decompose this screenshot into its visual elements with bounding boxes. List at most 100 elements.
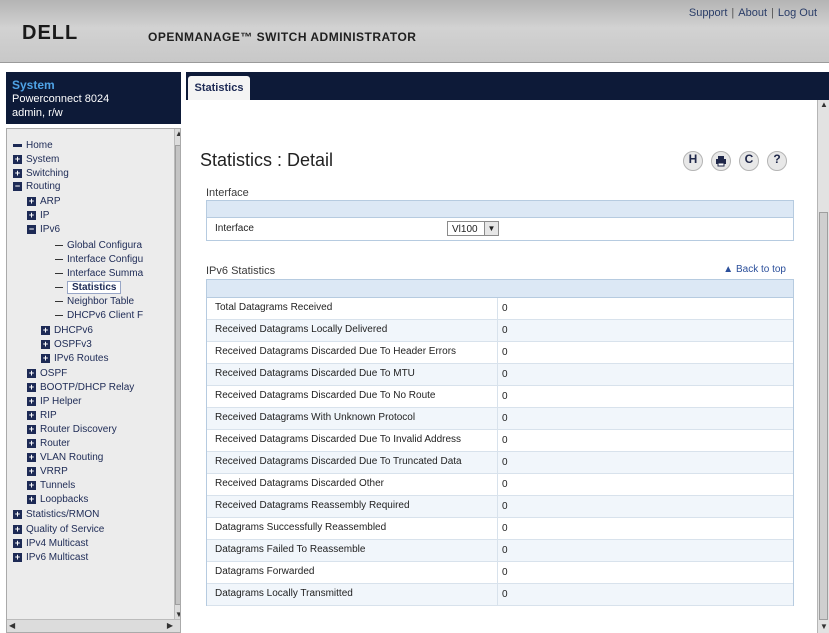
- stat-name: Received Datagrams With Unknown Protocol: [215, 412, 416, 423]
- expand-icon[interactable]: +: [27, 396, 36, 406]
- logout-link[interactable]: Log Out: [778, 7, 817, 19]
- nav-horizontal-scrollbar[interactable]: ◀ ▶: [7, 619, 180, 632]
- back-to-top-label: Back to top: [735, 264, 786, 275]
- nav-item-label: Statistics: [67, 281, 122, 294]
- collapse-icon[interactable]: −: [13, 181, 22, 191]
- nav-item-arp[interactable]: + ARP: [27, 195, 61, 209]
- nav-item-global-configura[interactable]: Global Configura: [55, 239, 142, 253]
- chevron-down-icon[interactable]: ▼: [484, 222, 498, 235]
- nav-vertical-scrollbar[interactable]: ▲ ▼: [174, 129, 180, 619]
- expand-icon[interactable]: +: [41, 325, 50, 335]
- nav-item-home[interactable]: Home: [13, 139, 53, 153]
- nav-item-loopbacks[interactable]: + Loopbacks: [27, 493, 88, 507]
- expand-icon[interactable]: +: [27, 368, 36, 378]
- content-vertical-scrollbar[interactable]: ▲ ▼: [817, 100, 829, 633]
- stat-value: 0: [497, 496, 508, 517]
- about-link[interactable]: About: [738, 7, 767, 19]
- expand-icon[interactable]: +: [27, 382, 36, 392]
- nav-item-dhcpv6-client-f[interactable]: DHCPv6 Client F: [55, 309, 143, 323]
- table-row: Received Datagrams Discarded Due To MTU 0: [207, 364, 793, 386]
- save-icon[interactable]: H: [683, 151, 703, 171]
- expand-icon[interactable]: +: [13, 538, 22, 548]
- stat-value: 0: [497, 474, 508, 495]
- nav-item-ipv6-routes[interactable]: + IPv6 Routes: [41, 352, 108, 366]
- nav-item-quality-of-service[interactable]: + Quality of Service: [13, 523, 104, 537]
- expand-icon[interactable]: +: [41, 353, 50, 363]
- scroll-up-icon[interactable]: ▲: [820, 100, 828, 109]
- nav-item-ip-helper[interactable]: + IP Helper: [27, 395, 82, 409]
- stat-value: 0: [497, 540, 508, 561]
- print-icon[interactable]: [711, 151, 731, 171]
- app-header: DELL OPENMANAGE™ SWITCH ADMINISTRATOR Su…: [0, 0, 829, 63]
- expand-icon[interactable]: +: [27, 410, 36, 420]
- refresh-icon[interactable]: C: [739, 151, 759, 171]
- tab-statistics[interactable]: Statistics: [188, 76, 250, 100]
- expand-icon[interactable]: +: [27, 480, 36, 490]
- expand-icon[interactable]: +: [13, 552, 22, 562]
- nav-item-interface-configu[interactable]: Interface Configu: [55, 253, 143, 267]
- expand-icon[interactable]: +: [27, 452, 36, 462]
- support-link[interactable]: Support: [689, 7, 728, 19]
- nav-item-label: Interface Configu: [67, 254, 144, 265]
- scroll-up-icon[interactable]: ▲: [175, 129, 180, 138]
- tree-line-icon: [55, 244, 63, 246]
- scroll-down-icon[interactable]: ▼: [175, 610, 180, 619]
- nav-item-ipv6[interactable]: − IPv6: [27, 223, 60, 237]
- nav-item-ospfv3[interactable]: + OSPFv3: [41, 338, 92, 352]
- table-row: Received Datagrams Locally Delivered 0: [207, 320, 793, 342]
- expand-icon[interactable]: +: [27, 210, 36, 220]
- nav-item-router-discovery[interactable]: + Router Discovery: [27, 423, 117, 437]
- nav-item-routing[interactable]: − Routing: [13, 180, 60, 194]
- collapse-icon[interactable]: −: [27, 224, 36, 234]
- expand-icon[interactable]: +: [13, 509, 22, 519]
- nav-item-vrrp[interactable]: + VRRP: [27, 465, 68, 479]
- nav-item-ip[interactable]: + IP: [27, 209, 49, 223]
- nav-item-neighbor-table[interactable]: Neighbor Table: [55, 295, 134, 309]
- interface-table-header: [207, 201, 793, 218]
- expand-icon[interactable]: +: [27, 196, 36, 206]
- expand-icon[interactable]: +: [27, 438, 36, 448]
- stat-name: Received Datagrams Discarded Due To No R…: [215, 390, 436, 401]
- table-row: Received Datagrams Discarded Due To Head…: [207, 342, 793, 364]
- nav-scroll-thumb[interactable]: [175, 145, 180, 605]
- table-row: Received Datagrams Discarded Due To Trun…: [207, 452, 793, 474]
- nav-item-router[interactable]: + Router: [27, 437, 70, 451]
- expand-icon[interactable]: +: [41, 339, 50, 349]
- interface-select[interactable]: Vl100 ▼: [447, 221, 499, 236]
- help-icon[interactable]: ?: [767, 151, 787, 171]
- nav-item-ipv4-multicast[interactable]: + IPv4 Multicast: [13, 537, 88, 551]
- expand-icon[interactable]: +: [27, 466, 36, 476]
- scroll-down-icon[interactable]: ▼: [820, 622, 828, 631]
- stat-value: 0: [497, 298, 508, 319]
- nav-item-label: IPv4 Multicast: [26, 538, 89, 549]
- stat-name: Total Datagrams Received: [215, 302, 333, 313]
- home-icon: [13, 143, 22, 147]
- nav-item-interface-summa[interactable]: Interface Summa: [55, 267, 143, 281]
- nav-item-vlan-routing[interactable]: + VLAN Routing: [27, 451, 103, 465]
- nav-item-statistics-rmon[interactable]: + Statistics/RMON: [13, 508, 99, 522]
- expand-icon[interactable]: +: [13, 154, 22, 164]
- nav-item-ospf[interactable]: + OSPF: [27, 367, 67, 381]
- scroll-left-icon[interactable]: ◀: [9, 621, 15, 630]
- nav-item-bootp-dhcp-relay[interactable]: + BOOTP/DHCP Relay: [27, 381, 134, 395]
- system-title: System: [12, 78, 55, 92]
- content-scroll-thumb[interactable]: [819, 212, 828, 620]
- nav-item-label: OSPF: [40, 368, 68, 379]
- expand-icon[interactable]: +: [27, 424, 36, 434]
- expand-icon[interactable]: +: [13, 168, 22, 178]
- expand-icon[interactable]: +: [13, 524, 22, 534]
- product-name: OPENMANAGE™ SWITCH ADMINISTRATOR: [148, 30, 417, 44]
- nav-item-dhcpv6[interactable]: + DHCPv6: [41, 324, 93, 338]
- nav-item-tunnels[interactable]: + Tunnels: [27, 479, 75, 493]
- nav-item-statistics[interactable]: Statistics: [55, 281, 122, 295]
- expand-icon[interactable]: +: [27, 494, 36, 504]
- table-row: Received Datagrams Discarded Due To Inva…: [207, 430, 793, 452]
- back-to-top-link[interactable]: ▲ Back to top: [723, 264, 786, 275]
- scroll-right-icon[interactable]: ▶: [167, 621, 173, 630]
- interface-row: Interface Vl100 ▼: [207, 218, 793, 240]
- nav-item-system[interactable]: + System: [13, 153, 59, 167]
- nav-item-ipv6-multicast[interactable]: + IPv6 Multicast: [13, 551, 88, 565]
- nav-item-rip[interactable]: + RIP: [27, 409, 57, 423]
- navigation-tree: Home + System + Switching − Routing + ARP + IP − IPv…: [6, 128, 181, 633]
- nav-item-switching[interactable]: + Switching: [13, 167, 69, 181]
